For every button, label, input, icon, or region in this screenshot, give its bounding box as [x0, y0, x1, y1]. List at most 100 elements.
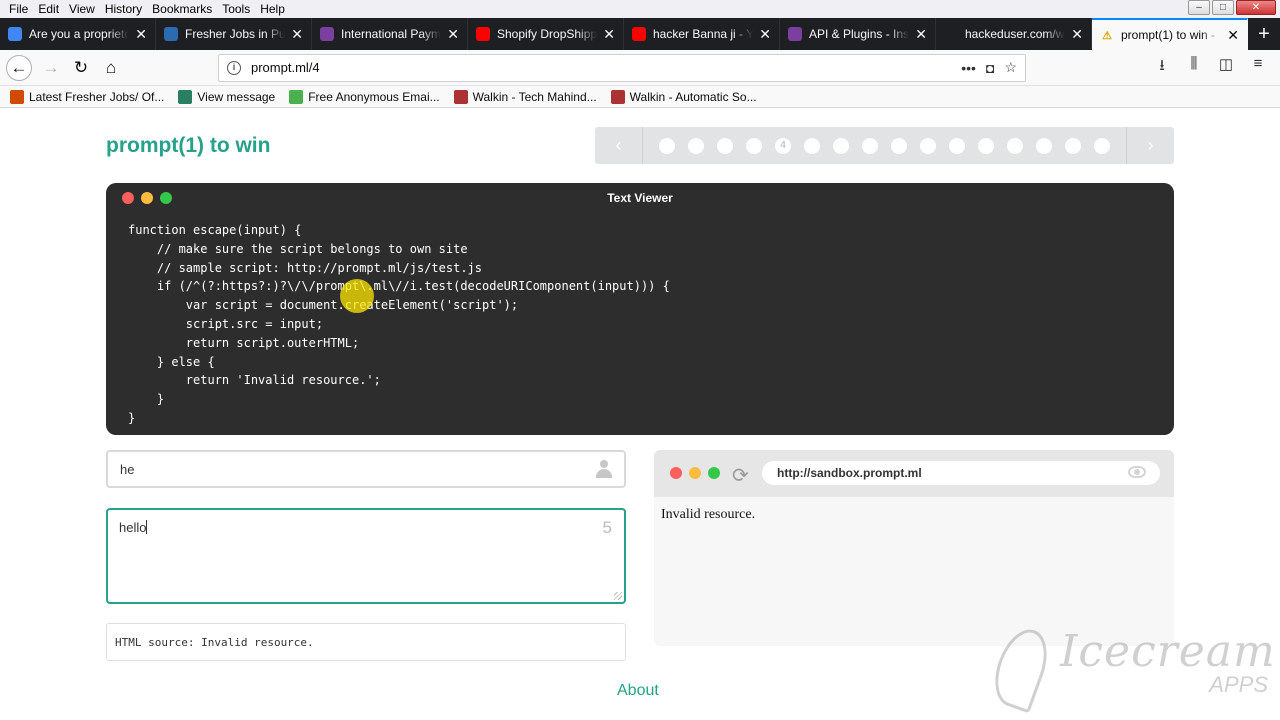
home-button[interactable]: ⌂	[96, 54, 126, 82]
url-text[interactable]: prompt.ml/4	[251, 60, 951, 75]
level-dot[interactable]	[1036, 137, 1052, 154]
tab-close-icon[interactable]: ✕	[1227, 27, 1239, 44]
level-dot[interactable]	[978, 137, 994, 154]
payload-input[interactable]: he	[106, 450, 626, 488]
google-icon	[8, 27, 22, 41]
bookmark-item[interactable]: Walkin - Tech Mahind...	[453, 89, 597, 104]
back-button[interactable]: ←	[6, 54, 32, 81]
level-dot[interactable]	[920, 137, 936, 154]
level-dot[interactable]	[804, 137, 820, 154]
blank-icon	[944, 27, 958, 41]
site-info-icon[interactable]: i	[227, 60, 241, 75]
level-dot[interactable]	[746, 137, 762, 154]
browser-tab[interactable]: API & Plugins - Inst ✕	[780, 18, 936, 50]
payment-icon	[320, 27, 334, 41]
pocket-icon[interactable]: ◘	[986, 60, 994, 76]
level-dot[interactable]	[659, 137, 675, 154]
menu-history[interactable]: History	[100, 2, 147, 16]
next-level-button[interactable]: ›	[1126, 127, 1174, 164]
level-dot[interactable]	[833, 137, 849, 154]
sandbox-url: http://sandbox.prompt.ml	[777, 466, 922, 480]
browser-tab[interactable]: ⚠ prompt(1) to win - ✕	[1092, 18, 1248, 50]
bookmark-label: Latest Fresher Jobs/ Of...	[29, 89, 165, 104]
menu-edit[interactable]: Edit	[33, 2, 64, 16]
tab-title: API & Plugins - Inst	[809, 27, 910, 41]
plugin-icon	[788, 27, 802, 41]
hamburger-menu-icon[interactable]: ≡	[1248, 55, 1268, 80]
tab-close-icon[interactable]: ✕	[447, 26, 459, 43]
toolbar-icons: ⭳ ⫼ ◫ ≡	[1152, 55, 1274, 80]
refresh-icon[interactable]: ⟳	[732, 463, 749, 488]
browser-tab[interactable]: Fresher Jobs in Pune ✕	[156, 18, 312, 50]
code-block: function escape(input) { // make sure th…	[128, 223, 670, 425]
menu-tools[interactable]: Tools	[217, 2, 255, 16]
reload-button[interactable]: ↻	[66, 54, 96, 82]
browser-tab[interactable]: Are you a proprietor ✕	[0, 18, 156, 50]
tab-title: prompt(1) to win -	[1121, 28, 1216, 42]
level-dot[interactable]	[949, 137, 965, 154]
bookmark-item[interactable]: Walkin - Automatic So...	[610, 89, 757, 104]
bookmark-favicon-icon	[178, 89, 193, 104]
browser-tab[interactable]: hacker Banna ji - Yo ✕	[624, 18, 780, 50]
new-tab-button[interactable]: +	[1248, 18, 1280, 50]
menu-bar: File Edit View History Bookmarks Tools H…	[0, 0, 1280, 18]
sandbox-output: Invalid resource.	[661, 507, 756, 522]
close-window-button[interactable]: ✕	[1236, 0, 1276, 15]
sandbox-url-bar: http://sandbox.prompt.ml	[762, 461, 1160, 485]
browser-tab[interactable]: Shopify DropShippin ✕	[468, 18, 624, 50]
zoom-dot-icon	[708, 467, 720, 479]
bookmark-item[interactable]: Latest Fresher Jobs/ Of...	[10, 89, 165, 104]
text-viewer: Text Viewer function escape(input) { // …	[106, 183, 1174, 435]
level-dot[interactable]: 4	[775, 137, 791, 154]
page-actions-icon[interactable]: •••	[961, 60, 976, 76]
tab-title: Shopify DropShippin	[497, 27, 598, 41]
level-dot[interactable]	[1007, 137, 1023, 154]
library-icon[interactable]: ⫼	[1184, 55, 1204, 80]
maximize-button[interactable]: □	[1212, 0, 1234, 15]
url-bar[interactable]: i prompt.ml/4 ••• ◘ ☆	[218, 53, 1026, 82]
level-dot[interactable]	[862, 137, 878, 154]
resize-grip-icon[interactable]	[614, 592, 622, 600]
previous-level-button[interactable]: ‹	[595, 127, 643, 164]
tab-title: Are you a proprietor	[29, 27, 130, 41]
bookmark-item[interactable]: Free Anonymous Emai...	[289, 89, 440, 104]
watermark-text: Icecream	[1060, 626, 1276, 677]
level-dot[interactable]	[1065, 137, 1081, 154]
tab-close-icon[interactable]: ✕	[759, 26, 771, 43]
minimize-button[interactable]: –	[1188, 0, 1210, 15]
tab-close-icon[interactable]: ✕	[291, 26, 303, 43]
level-dot[interactable]	[891, 137, 907, 154]
menu-help[interactable]: Help	[255, 2, 290, 16]
payload-textarea-value[interactable]: hello	[119, 520, 146, 535]
sidebar-icon[interactable]: ◫	[1216, 55, 1236, 80]
browser-tab[interactable]: hackeduser.com/wp-co ✕	[936, 18, 1092, 50]
bookmark-item[interactable]: View message	[178, 89, 275, 104]
forward-button[interactable]: →	[36, 54, 66, 82]
page-title: prompt(1) to win	[106, 134, 271, 157]
text-viewer-title: Text Viewer	[607, 191, 673, 205]
about-link[interactable]: About	[617, 682, 659, 700]
menu-view[interactable]: View	[64, 2, 100, 16]
tab-close-icon[interactable]: ✕	[915, 26, 927, 43]
close-dot-icon	[670, 467, 682, 479]
tab-close-icon[interactable]: ✕	[603, 26, 615, 43]
menu-bookmarks[interactable]: Bookmarks	[147, 2, 217, 16]
tab-close-icon[interactable]: ✕	[1071, 26, 1083, 43]
level-dot[interactable]	[688, 137, 704, 154]
minimize-dot-icon	[141, 192, 153, 204]
tab-close-icon[interactable]: ✕	[135, 26, 147, 43]
menu-file[interactable]: File	[4, 2, 33, 16]
cursor-highlight	[340, 279, 374, 313]
payload-input-value[interactable]: he	[120, 462, 596, 477]
browser-tab[interactable]: International Payme ✕	[312, 18, 468, 50]
bookmark-star-icon[interactable]: ☆	[1004, 59, 1017, 76]
ice-cream-cone-icon	[985, 622, 1057, 714]
eye-icon[interactable]	[1128, 466, 1146, 478]
bookmark-favicon-icon	[10, 89, 24, 104]
payload-textarea[interactable]: hello 5	[106, 508, 626, 604]
level-dot[interactable]	[717, 137, 733, 154]
tab-strip: Are you a proprietor✕Fresher Jobs in Pun…	[0, 18, 1280, 50]
downloads-icon[interactable]: ⭳	[1152, 55, 1172, 80]
window-controls: – □ ✕	[1188, 0, 1276, 15]
level-dot[interactable]	[1094, 137, 1110, 154]
